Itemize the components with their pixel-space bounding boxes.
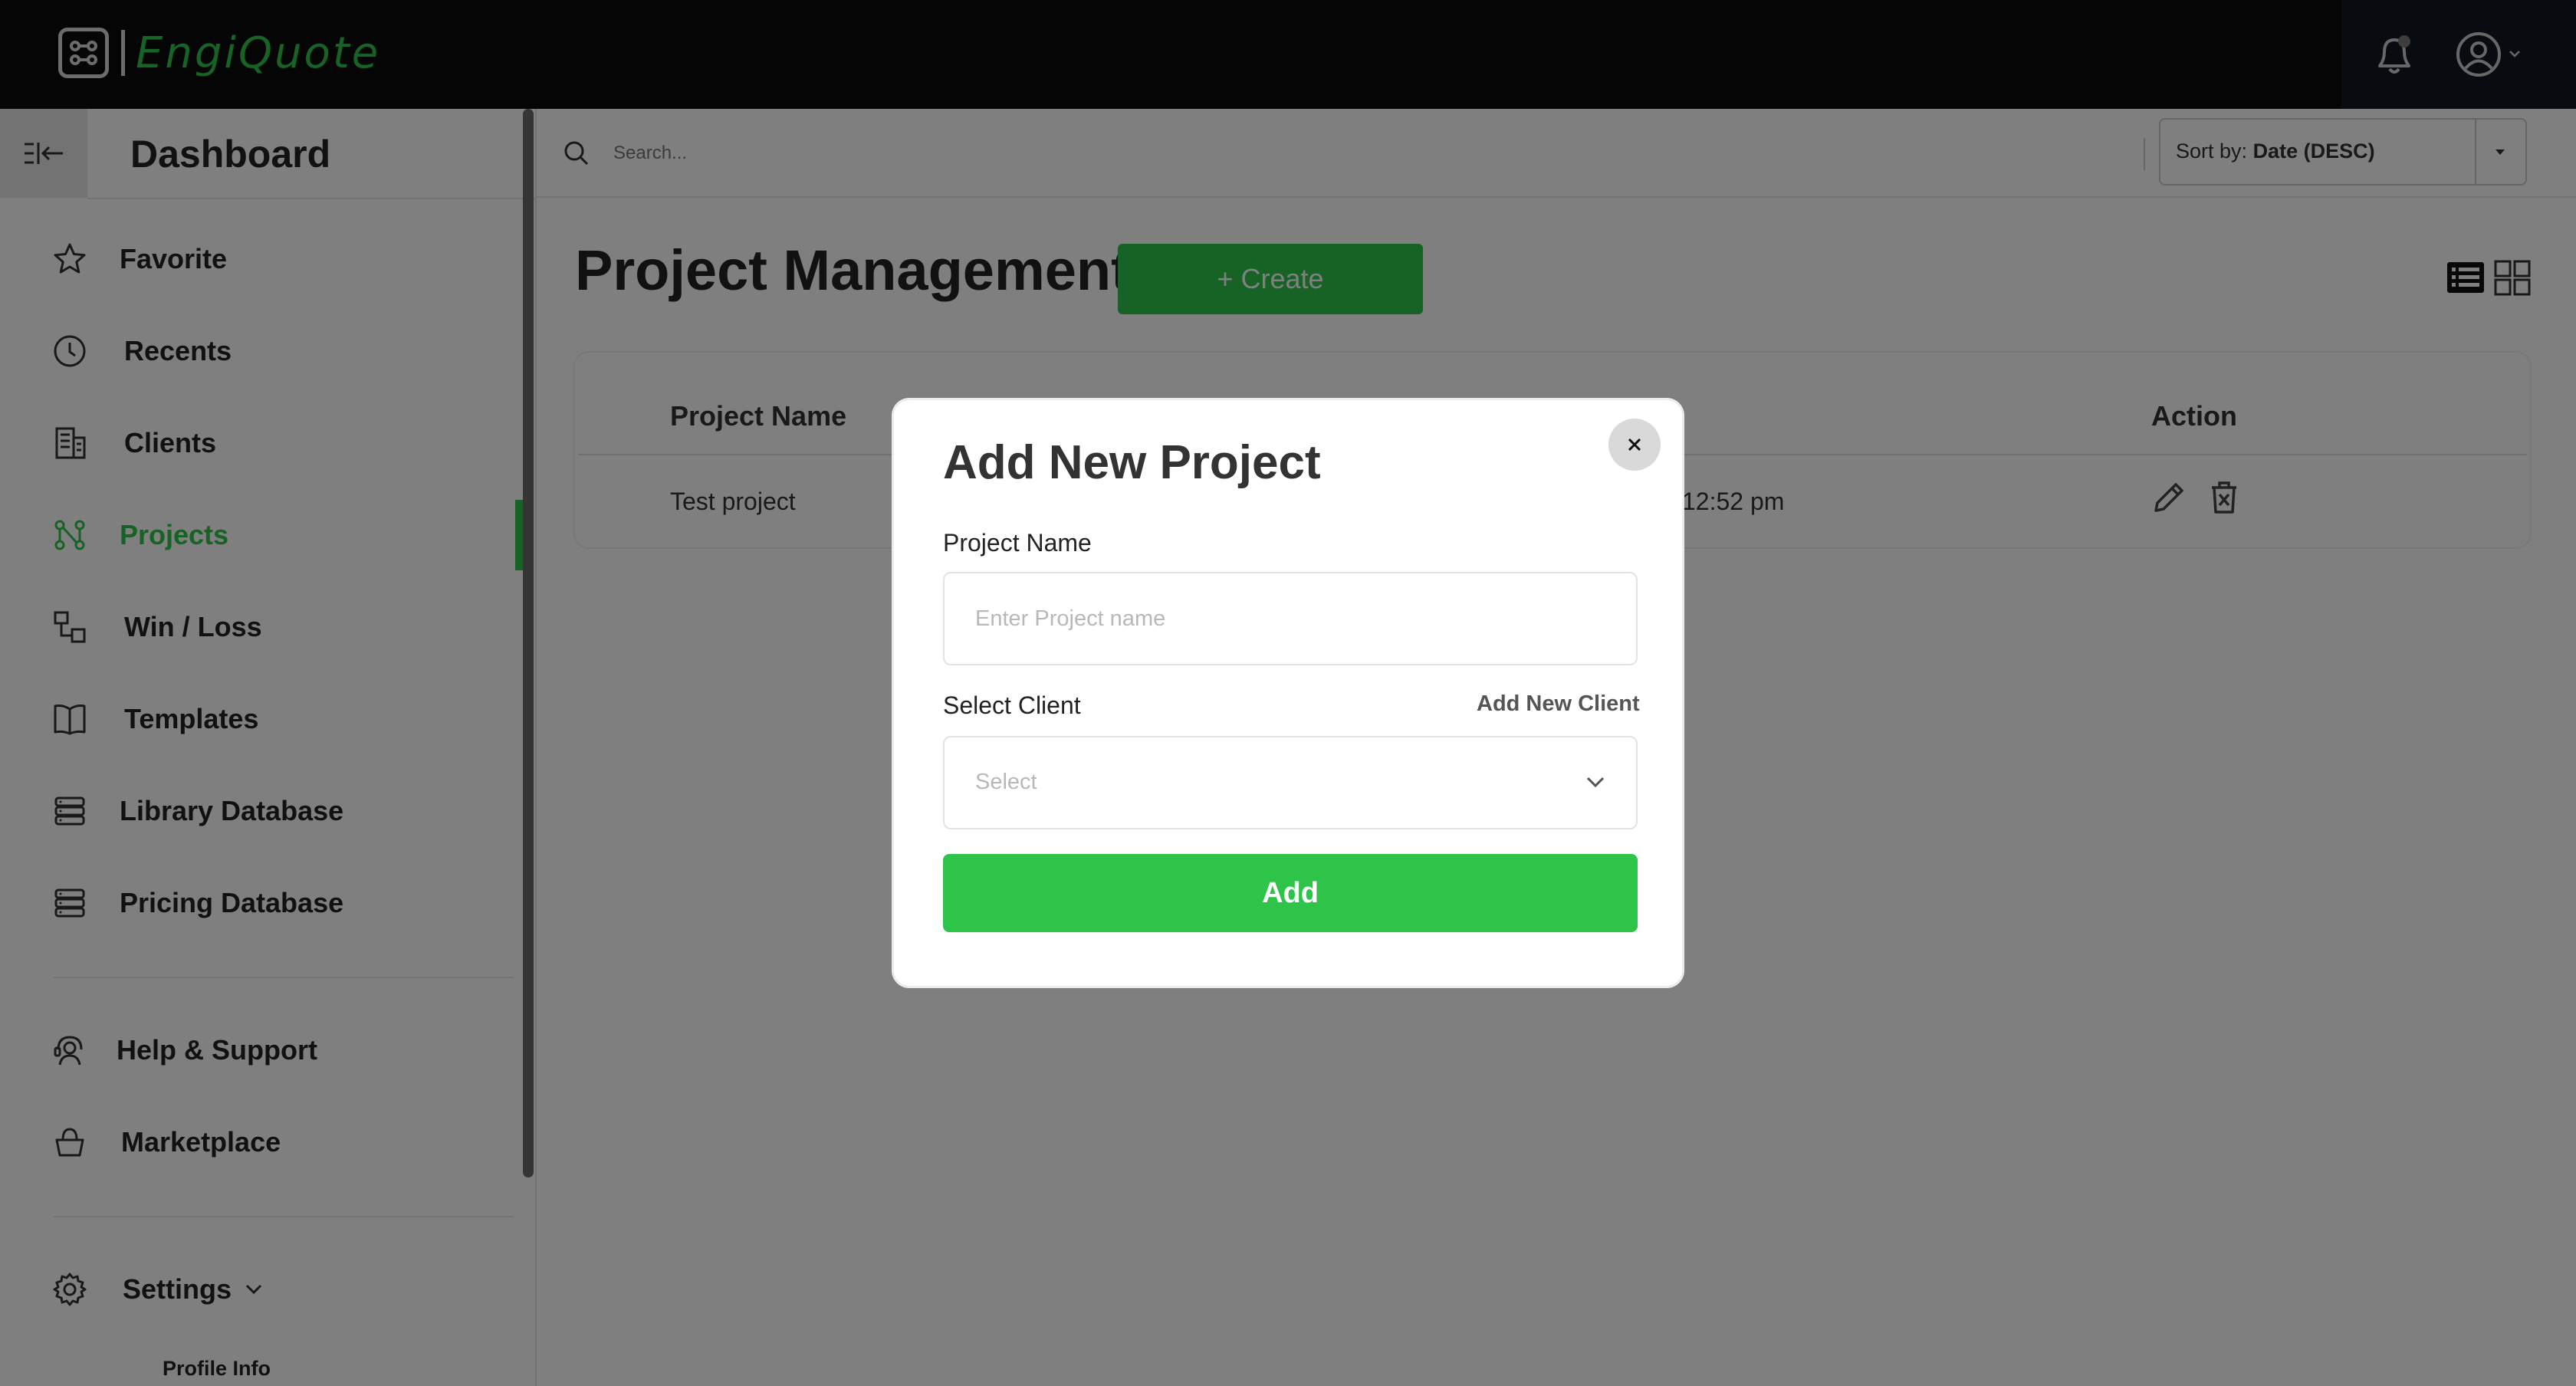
select-client-label: Select Client <box>943 691 1081 719</box>
add-button[interactable]: Add <box>943 854 1638 932</box>
modal-title: Add New Project <box>943 436 1321 489</box>
chevron-down-icon[interactable] <box>1584 773 1607 791</box>
add-new-client-link[interactable]: Add New Client <box>1477 691 1640 717</box>
client-select[interactable] <box>943 736 1638 829</box>
close-icon <box>1628 438 1641 452</box>
project-name-input[interactable] <box>943 572 1638 665</box>
project-name-label: Project Name <box>943 529 1092 557</box>
client-select-value: Select <box>975 770 1037 794</box>
close-button[interactable] <box>1608 419 1661 471</box>
